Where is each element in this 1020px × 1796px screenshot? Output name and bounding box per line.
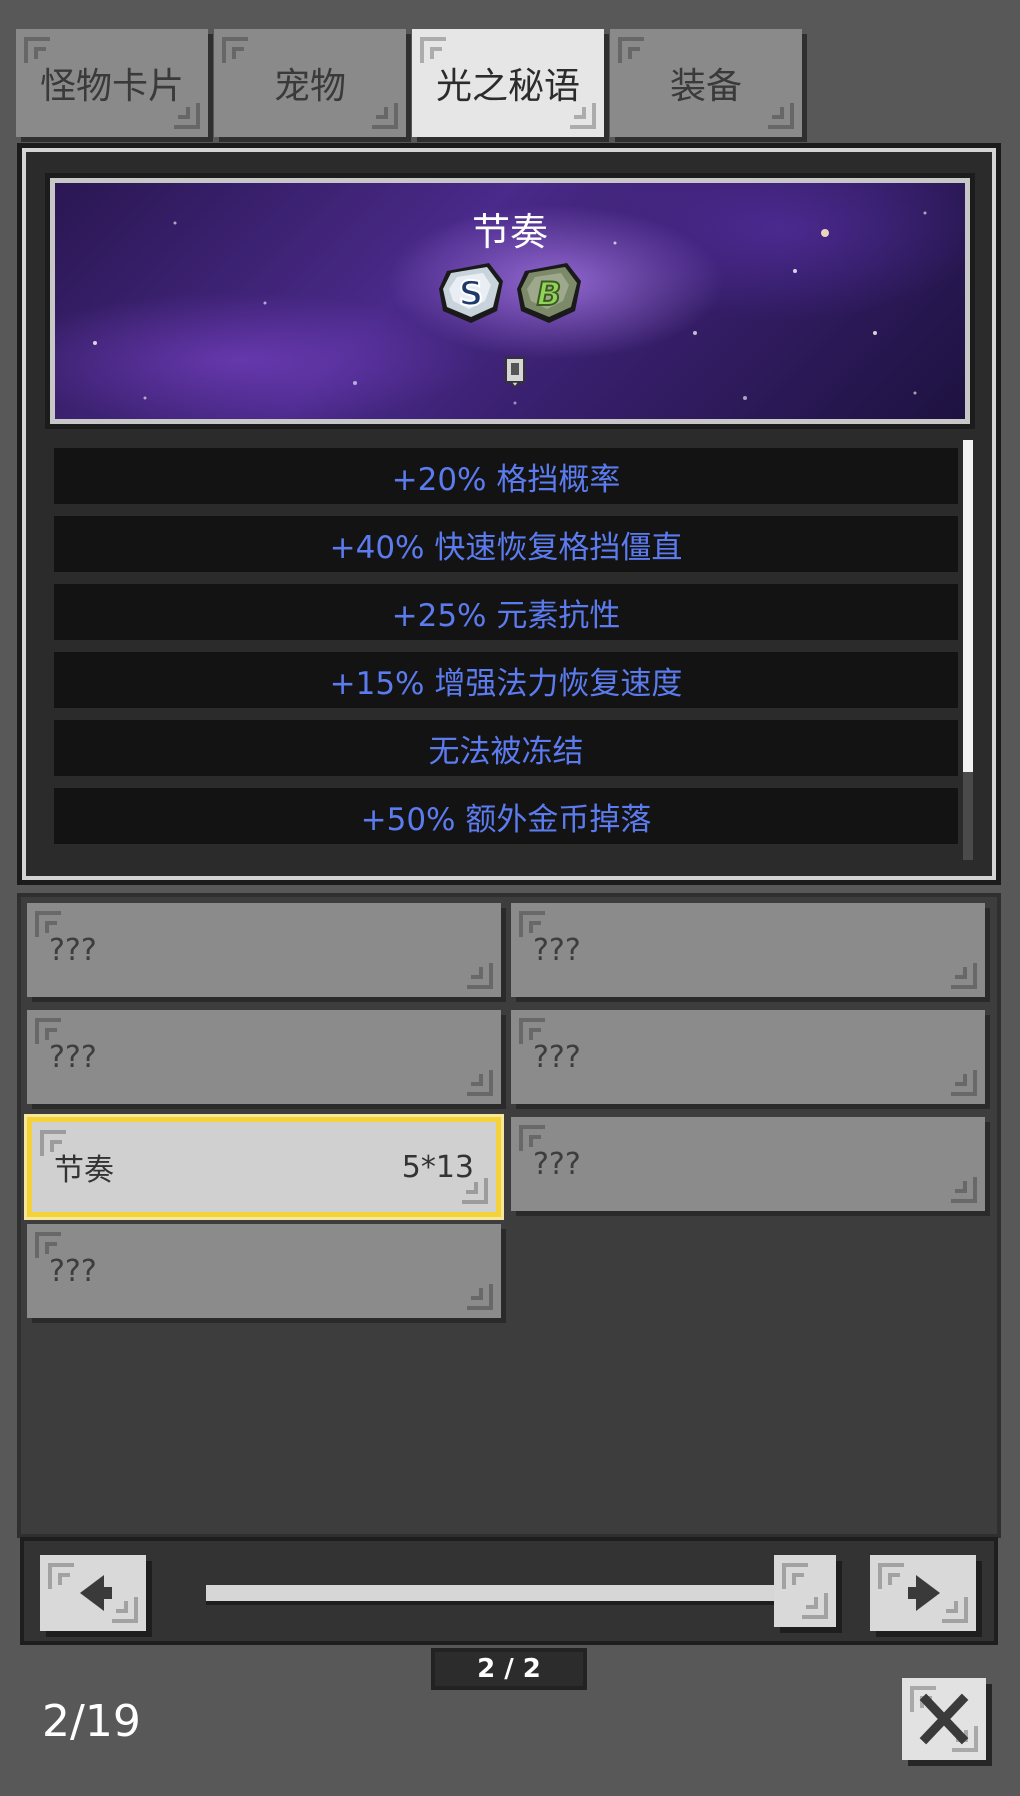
runeword-slot[interactable]: ??? xyxy=(511,1117,985,1211)
socket-icon xyxy=(505,357,525,388)
stat-row: +50% 额外金币掉落 xyxy=(54,788,958,844)
tab-equipment[interactable]: 装备 xyxy=(610,29,802,137)
runeword-detail-panel: 节奏 S B +20% 格挡概率 +40% 快速恢复格挡僵直 +25% 元素抗性 xyxy=(17,143,1001,885)
slot-value: 5*13 xyxy=(401,1149,474,1185)
stat-list[interactable]: +20% 格挡概率 +40% 快速恢复格挡僵直 +25% 元素抗性 +15% 增… xyxy=(54,448,958,860)
stat-scrollbar-thumb[interactable] xyxy=(963,440,973,772)
tab-runewords[interactable]: 光之秘语 xyxy=(412,29,604,137)
page-slider-handle[interactable] xyxy=(774,1555,836,1627)
pager-bar xyxy=(20,1537,998,1645)
prev-arrow-icon xyxy=(80,1575,112,1611)
runeword-slot[interactable]: ??? xyxy=(27,903,501,997)
runeword-list: ??? ??? ??? ??? 节奏 5*13 ??? ??? xyxy=(17,893,1001,1538)
runeword-slot[interactable]: ??? xyxy=(27,1224,501,1318)
slot-name: ??? xyxy=(533,1039,581,1075)
runeword-banner: 节奏 S B xyxy=(45,173,975,429)
svg-text:B: B xyxy=(537,275,561,313)
runeword-slot[interactable]: ??? xyxy=(511,903,985,997)
tab-pets[interactable]: 宠物 xyxy=(214,29,406,137)
prev-page-button[interactable] xyxy=(40,1555,146,1631)
tab-label: 宠物 xyxy=(273,66,346,107)
slot-name: ??? xyxy=(49,932,97,968)
tab-monster-cards[interactable]: 怪物卡片 xyxy=(16,29,208,137)
slot-name: 节奏 xyxy=(54,1153,114,1188)
collection-count: 2/19 xyxy=(42,1696,141,1747)
tab-label: 怪物卡片 xyxy=(39,66,184,107)
tab-label: 装备 xyxy=(669,66,742,107)
page-slider-track[interactable] xyxy=(206,1585,786,1601)
runeword-slot[interactable]: ??? xyxy=(511,1010,985,1104)
rune-b-icon: B xyxy=(517,263,581,323)
stat-row: +20% 格挡概率 xyxy=(54,448,958,504)
runeword-slot-selected[interactable]: 节奏 5*13 xyxy=(27,1117,501,1217)
runeword-title: 节奏 xyxy=(471,210,548,254)
tab-label: 光之秘语 xyxy=(435,66,580,107)
rune-s-icon: S xyxy=(439,263,503,323)
close-icon xyxy=(919,1693,969,1745)
stat-row: +15% 增强法力恢复速度 xyxy=(54,652,958,708)
stat-row: 无法被冻结 xyxy=(54,720,958,776)
next-arrow-icon xyxy=(908,1575,940,1611)
tab-bar: 怪物卡片 宠物 光之秘语 装备 xyxy=(16,29,806,141)
stat-row: +25% 元素抗性 xyxy=(54,584,958,640)
rune-badges: S B xyxy=(55,261,965,325)
close-button[interactable] xyxy=(902,1678,986,1760)
slot-name: ??? xyxy=(49,1253,97,1289)
slot-name: ??? xyxy=(49,1039,97,1075)
slot-name: ??? xyxy=(533,1146,581,1182)
next-page-button[interactable] xyxy=(870,1555,976,1631)
stat-row: +40% 快速恢复格挡僵直 xyxy=(54,516,958,572)
stat-scrollbar[interactable] xyxy=(963,440,973,860)
slot-name: ??? xyxy=(533,932,581,968)
svg-text:S: S xyxy=(459,274,484,314)
runeword-slot[interactable]: ??? xyxy=(27,1010,501,1104)
page-indicator: 2 / 2 xyxy=(431,1648,587,1690)
